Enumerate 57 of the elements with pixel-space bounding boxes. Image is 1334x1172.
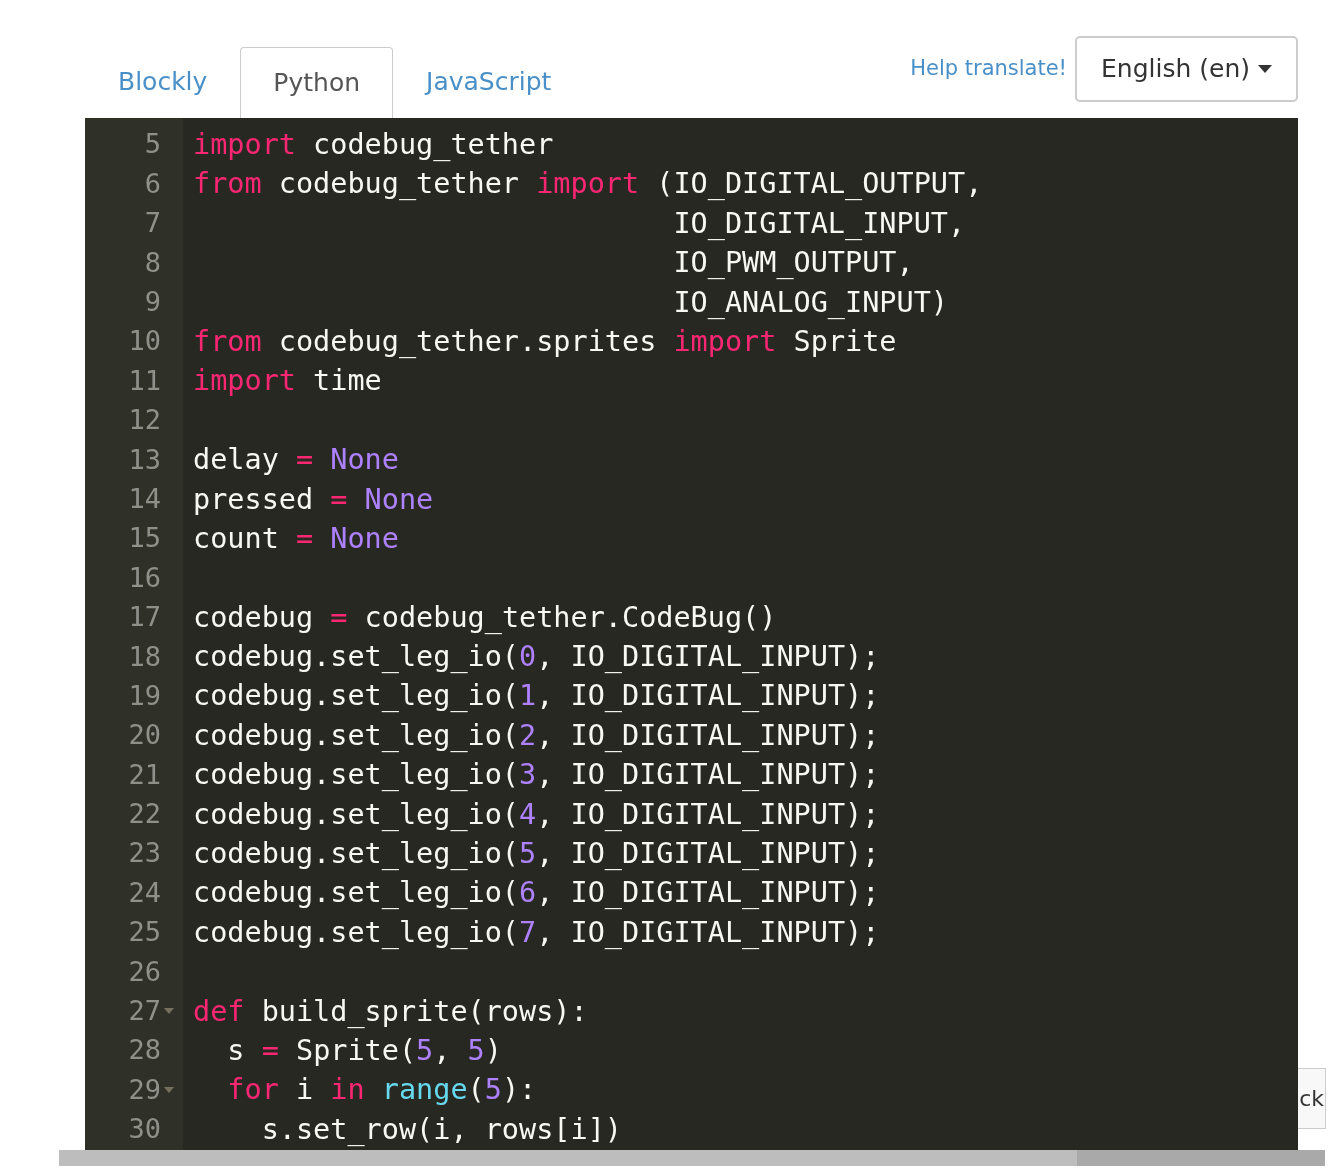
code-line: from codebug_tether.sprites import Sprite xyxy=(193,323,898,360)
line-number: 7 xyxy=(143,206,161,241)
line-number: 15 xyxy=(127,521,161,556)
line-number: 12 xyxy=(127,403,161,438)
code-line: codebug.set_leg_io(4, IO_DIGITAL_INPUT); xyxy=(193,796,881,833)
line-number: 18 xyxy=(127,639,161,674)
code-line: codebug.set_leg_io(7, IO_DIGITAL_INPUT); xyxy=(193,914,881,951)
line-number: 28 xyxy=(127,1033,161,1068)
line-number: 14 xyxy=(127,481,161,516)
code-line: codebug.set_leg_io(0, IO_DIGITAL_INPUT); xyxy=(193,639,881,676)
code-line: codebug.set_leg_io(3, IO_DIGITAL_INPUT); xyxy=(193,757,881,794)
language-dropdown-button[interactable]: English (en) xyxy=(1075,36,1298,102)
code-line: codebug.set_leg_io(6, IO_DIGITAL_INPUT); xyxy=(193,875,881,912)
line-number: 5 xyxy=(143,127,161,162)
code-line: IO_DIGITAL_INPUT, xyxy=(672,205,967,242)
code-line: count = None xyxy=(193,520,400,557)
code-line: for i in range(5): xyxy=(226,1072,538,1109)
code-line: codebug.set_leg_io(1, IO_DIGITAL_INPUT); xyxy=(193,678,881,715)
code-line: delay = None xyxy=(193,442,400,479)
code-line: from codebug_tether import (IO_DIGITAL_OUTPUT, xyxy=(193,166,983,203)
tab[interactable]: Python xyxy=(240,46,394,119)
line-number: 22 xyxy=(127,797,161,832)
line-number: 16 xyxy=(127,560,161,595)
code-line: s.set_row(i, rows[i]) xyxy=(260,1111,623,1148)
code-line: s = Sprite(5, 5) xyxy=(226,1033,503,1069)
code-line: codebug.set_leg_io(5, IO_DIGITAL_INPUT); xyxy=(193,836,881,873)
line-number: 6 xyxy=(143,166,161,201)
code-line: codebug = codebug_tether.CodeBug() xyxy=(193,599,778,636)
line-number: 21 xyxy=(127,757,161,792)
line-number: 17 xyxy=(127,600,161,635)
line-number: 30 xyxy=(127,1112,161,1147)
code-line: codebug.set_leg_io(2, IO_DIGITAL_INPUT); xyxy=(193,717,881,754)
code-line: pressed = None xyxy=(193,481,435,518)
line-number: 25 xyxy=(127,915,161,950)
caret-icon xyxy=(1258,64,1272,73)
code-line: import codebug_tether xyxy=(193,127,555,163)
line-number: 19 xyxy=(127,678,161,713)
code-line: import time xyxy=(193,363,383,400)
code-line: IO_ANALOG_INPUT) xyxy=(672,284,949,321)
code-line: IO_PWM_OUTPUT, xyxy=(672,245,915,282)
code-editor[interactable] xyxy=(85,118,1298,1152)
line-number: 10 xyxy=(127,324,161,359)
partial-button[interactable]: ck xyxy=(1298,1068,1326,1129)
line-number: 13 xyxy=(127,442,161,477)
line-number: 24 xyxy=(127,875,161,910)
line-number: 27 xyxy=(127,994,161,1029)
horizontal-scrollbar[interactable] xyxy=(59,1150,1325,1166)
line-number: 8 xyxy=(143,245,161,280)
line-number: 20 xyxy=(127,718,161,753)
fold-arrow-icon[interactable] xyxy=(164,1087,174,1094)
line-number: 11 xyxy=(127,363,161,398)
line-number: 23 xyxy=(127,836,161,871)
line-number: 9 xyxy=(143,285,161,319)
line-number: 29 xyxy=(127,1072,161,1107)
fold-arrow-icon[interactable] xyxy=(164,1008,174,1015)
line-number: 26 xyxy=(127,954,161,989)
code-line: def build_sprite(rows): xyxy=(193,993,589,1030)
